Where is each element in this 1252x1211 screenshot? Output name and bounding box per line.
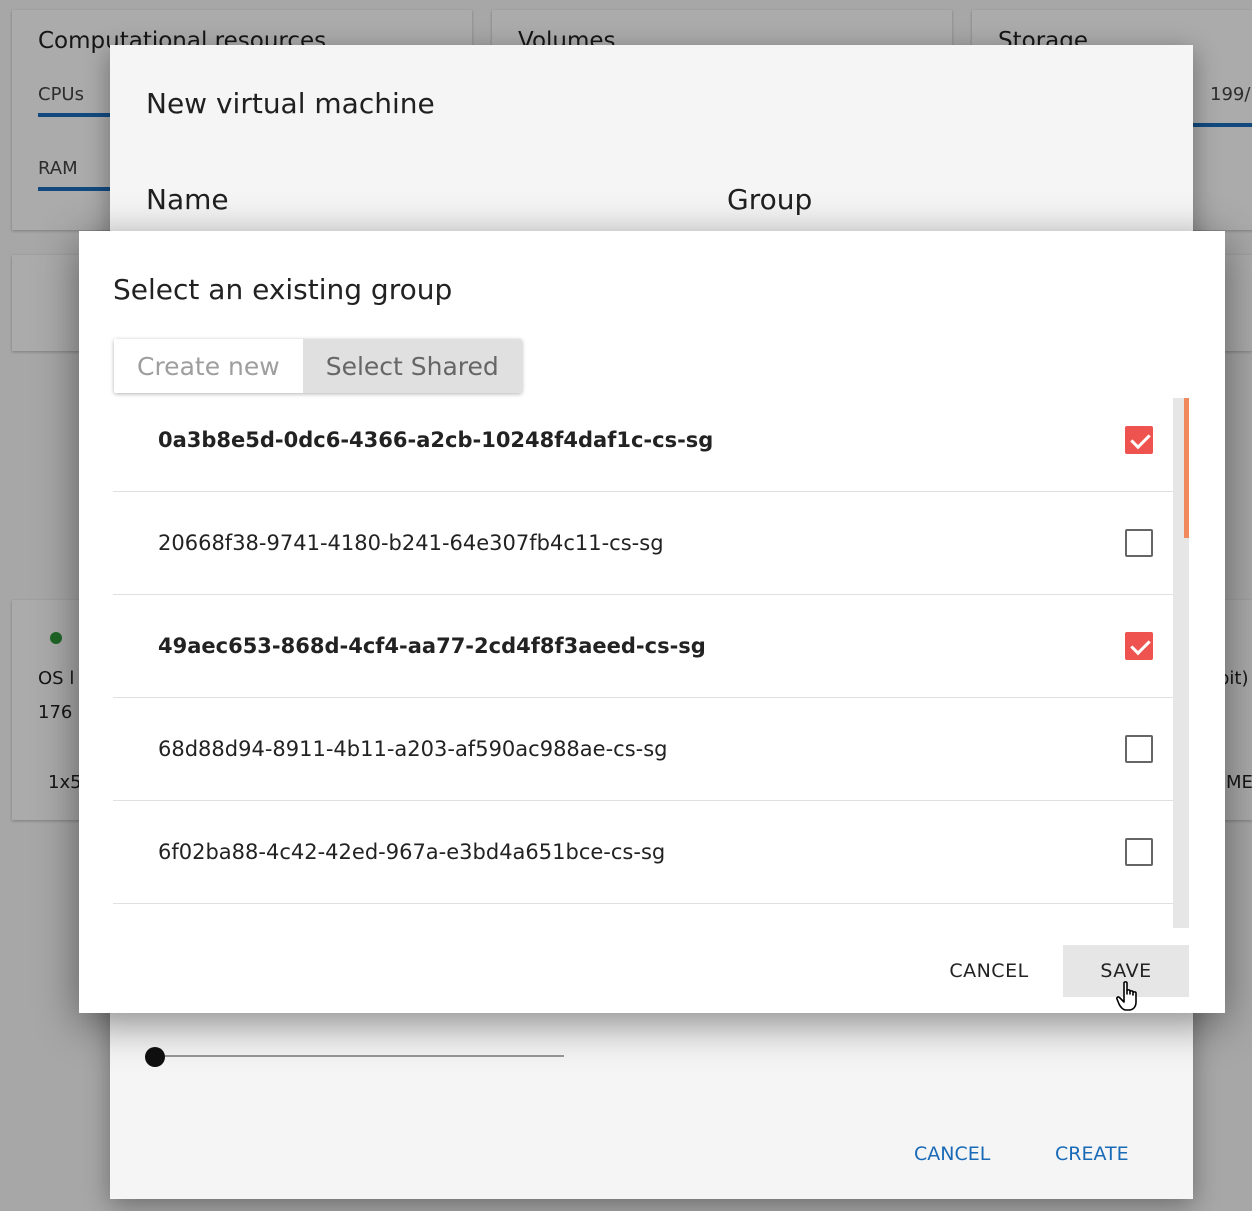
screen: Computational resources CPUs RAM Volumes… [0, 0, 1252, 1211]
group-mode-toggle: Create new Select Shared [114, 339, 522, 393]
group-name: 0a3b8e5d-0dc6-4366-a2cb-10248f4daf1c-cs-… [158, 428, 714, 452]
group-checkbox[interactable] [1125, 735, 1153, 763]
group-name: 68d88d94-8911-4b11-a203-af590ac988ae-cs-… [158, 737, 668, 761]
group-name: 6f02ba88-4c42-42ed-967a-e3bd4a651bce-cs-… [158, 840, 666, 864]
group-checkbox[interactable] [1125, 426, 1153, 454]
select-shared-tab[interactable]: Select Shared [302, 339, 522, 393]
group-row[interactable]: 68d88d94-8911-4b11-a203-af590ac988ae-cs-… [113, 698, 1173, 801]
cancel-button[interactable]: CANCEL [929, 945, 1049, 997]
group-row[interactable]: 20668f38-9741-4180-b241-64e307fb4c11-cs-… [113, 492, 1173, 595]
group-row[interactable]: 0a3b8e5d-0dc6-4366-a2cb-10248f4daf1c-cs-… [113, 401, 1173, 492]
group-name: 20668f38-9741-4180-b241-64e307fb4c11-cs-… [158, 531, 664, 555]
hand-pointer-icon [1116, 981, 1137, 1011]
select-group-dialog: Select an existing group Create new Sele… [79, 231, 1225, 1013]
group-checkbox[interactable] [1125, 529, 1153, 557]
group-row[interactable]: 49aec653-868d-4cf4-aa77-2cd4f8f3aeed-cs-… [113, 595, 1173, 698]
group-name: 49aec653-868d-4cf4-aa77-2cd4f8f3aeed-cs-… [158, 634, 706, 658]
scrollbar-thumb[interactable] [1184, 398, 1189, 538]
group-checkbox[interactable] [1125, 632, 1153, 660]
group-checkbox[interactable] [1125, 838, 1153, 866]
dialog-title: Select an existing group [113, 273, 453, 306]
group-list: 0a3b8e5d-0dc6-4366-a2cb-10248f4daf1c-cs-… [113, 401, 1173, 924]
group-row[interactable]: 6f02ba88-4c42-42ed-967a-e3bd4a651bce-cs-… [113, 801, 1173, 904]
create-new-tab[interactable]: Create new [114, 339, 303, 393]
